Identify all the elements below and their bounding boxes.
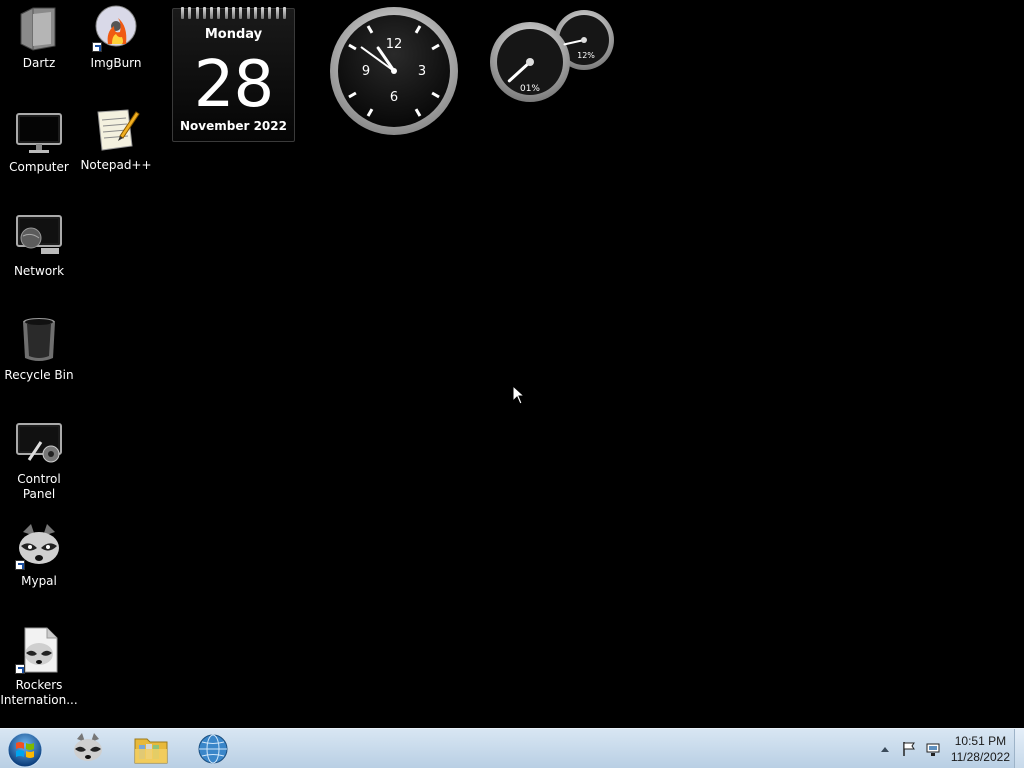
calendar-date: 28 bbox=[193, 48, 274, 122]
system-tray: 10:51 PM 11/28/2022 bbox=[871, 729, 1010, 768]
desktop-icon-label: Control Panel bbox=[17, 472, 61, 501]
desktop-icon-label: ImgBurn bbox=[90, 56, 142, 70]
taskbar-pinned-browser[interactable] bbox=[193, 731, 233, 767]
desktop-icon-label: Dartz bbox=[22, 56, 56, 70]
flag-icon bbox=[903, 742, 915, 756]
cpu-meter-gadget[interactable]: 01% 12% bbox=[490, 8, 618, 104]
taskbar-time: 10:51 PM bbox=[954, 734, 1007, 748]
clock-numeral-12: 12 bbox=[386, 37, 403, 52]
taskbar-date: 11/28/2022 bbox=[950, 750, 1010, 764]
action-center-button[interactable] bbox=[899, 739, 919, 759]
desktop-icon-label: Mypal bbox=[21, 574, 57, 588]
taskbar-clock[interactable]: 10:51 PM 11/28/2022 bbox=[951, 733, 1010, 765]
desktop-icon-recycle-bin[interactable]: Recycle Bin bbox=[0, 316, 78, 383]
raccoon-icon bbox=[15, 522, 63, 570]
desktop-icon-mypal[interactable]: Mypal bbox=[0, 522, 78, 589]
monitor-icon bbox=[15, 108, 63, 156]
desktop-icon-computer[interactable]: Computer bbox=[0, 108, 78, 175]
chevron-up-icon bbox=[880, 747, 889, 752]
network-tray-icon bbox=[926, 743, 940, 756]
desktop-icon-dartz[interactable]: Dartz bbox=[0, 4, 78, 71]
clock-numeral-3: 3 bbox=[418, 64, 426, 79]
desktop-icon-label: Network bbox=[13, 264, 65, 278]
desktop: Dartz ImgBurn Computer Notepad++ Network… bbox=[0, 0, 1024, 728]
desktop-icon-notepadpp[interactable]: Notepad++ bbox=[77, 106, 155, 173]
folder-icon bbox=[15, 4, 63, 52]
desktop-icon-imgburn[interactable]: ImgBurn bbox=[77, 4, 155, 71]
taskbar-pinned-mypal[interactable] bbox=[68, 731, 108, 767]
raccoon-doc-icon bbox=[15, 626, 63, 674]
disc-burn-icon bbox=[92, 4, 140, 52]
desktop-icon-label: Recycle Bin bbox=[4, 368, 74, 382]
network-icon bbox=[15, 212, 63, 260]
notepad-icon bbox=[92, 106, 140, 154]
mouse-cursor-icon bbox=[512, 385, 526, 405]
control-panel-icon bbox=[15, 420, 63, 468]
desktop-icon-rockers-international[interactable]: Rockers Internation... bbox=[0, 626, 78, 708]
recycle-bin-icon bbox=[15, 316, 63, 364]
globe-icon bbox=[198, 734, 228, 764]
desktop-icon-label: Notepad++ bbox=[80, 158, 152, 172]
show-desktop-button[interactable] bbox=[1014, 729, 1024, 768]
memory-usage-label: 12% bbox=[577, 51, 595, 60]
clock-numeral-9: 9 bbox=[362, 64, 370, 79]
calendar-rings bbox=[173, 7, 294, 19]
calendar-month-year: November 2022 bbox=[180, 119, 287, 133]
desktop-icon-control-panel[interactable]: Control Panel bbox=[0, 420, 78, 502]
clock-numeral-6: 6 bbox=[390, 90, 398, 105]
desktop-icon-label: Computer bbox=[9, 160, 69, 174]
cpu-usage-label: 01% bbox=[520, 84, 540, 94]
taskbar-pinned-explorer[interactable] bbox=[131, 731, 171, 767]
raccoon-icon bbox=[74, 733, 102, 761]
show-hidden-icons-button[interactable] bbox=[875, 739, 895, 759]
shortcut-arrow-icon bbox=[15, 664, 25, 674]
network-tray-button[interactable] bbox=[923, 739, 943, 759]
desktop-icon-network[interactable]: Network bbox=[0, 212, 78, 279]
clock-gadget[interactable]: 12 3 6 9 bbox=[328, 5, 460, 137]
folder-library-icon bbox=[134, 738, 168, 764]
shortcut-arrow-icon bbox=[15, 560, 25, 570]
calendar-gadget[interactable]: Monday 28 November 2022 bbox=[172, 7, 295, 142]
desktop-icon-label: Rockers Internation... bbox=[0, 678, 78, 707]
windows-orb-icon bbox=[7, 732, 43, 768]
shortcut-arrow-icon bbox=[92, 42, 102, 52]
taskbar: 10:51 PM 11/28/2022 bbox=[0, 728, 1024, 768]
calendar-day-name: Monday bbox=[204, 27, 263, 42]
start-button[interactable] bbox=[3, 730, 47, 768]
